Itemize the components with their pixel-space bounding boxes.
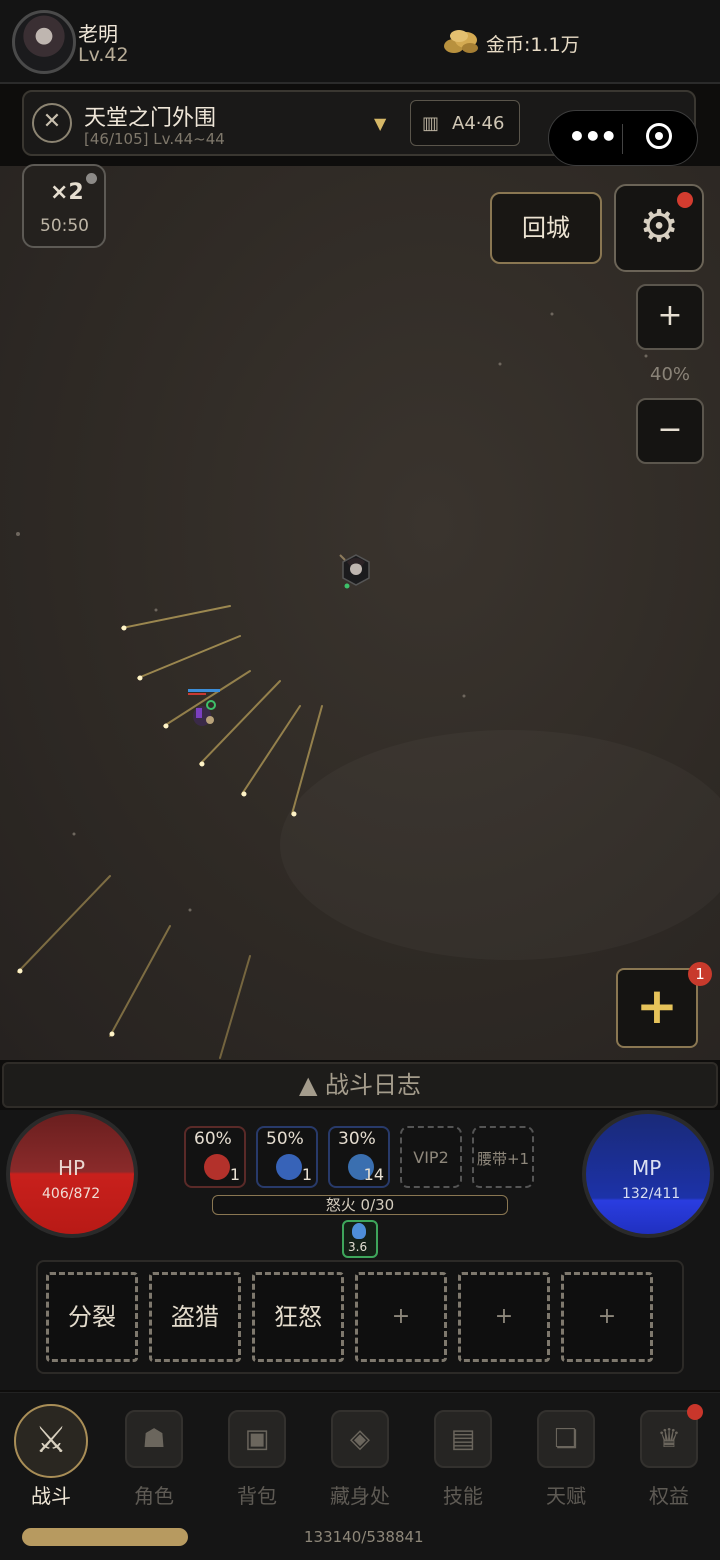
return-city-button[interactable]: 回城 (490, 192, 602, 264)
speed-timer: 50:50 (40, 216, 89, 236)
nav-label: 角色 (134, 1484, 174, 1508)
notification-dot (687, 1404, 703, 1420)
nav-tab-privilege[interactable]: ♛ 权益 (619, 1402, 719, 1508)
red-potion-icon (204, 1154, 230, 1180)
gold-coins-icon (444, 30, 478, 53)
mp-value: 132/411 (622, 1186, 681, 1202)
blue-potion-icon (276, 1154, 302, 1180)
exp-bar (22, 1528, 188, 1546)
nav-label: 藏身处 (330, 1484, 390, 1508)
potion-buff-icon (352, 1223, 366, 1239)
nav-tab-talent[interactable]: ❏ 天赋 (516, 1402, 616, 1508)
add-badge: 1 (688, 962, 712, 986)
skill-slot-1[interactable]: 分裂 (46, 1272, 138, 1362)
nav-label: 权益 (649, 1484, 689, 1508)
belt-slot-label: 腰带+1 (476, 1150, 530, 1168)
nav-label: 战斗 (31, 1484, 71, 1508)
zoom-in-button[interactable]: + (636, 284, 704, 350)
hp-value: 406/872 (42, 1186, 101, 1202)
backpack-chest-icon: ▣ (228, 1410, 286, 1468)
player-level: Lv.42 (78, 44, 129, 66)
map-progress: [46/105] Lv.44~44 (84, 130, 225, 148)
add-button[interactable]: + (616, 968, 698, 1048)
player-name: 老明 (78, 22, 118, 46)
close-circle-icon[interactable] (646, 123, 672, 149)
potion-count: 1 (229, 1165, 240, 1184)
talent-scroll-icon: ❏ (537, 1410, 595, 1468)
nav-tab-skills[interactable]: ▤ 技能 (413, 1402, 513, 1508)
crossed-swords-icon: ⚔ (14, 1404, 88, 1478)
vip-slot[interactable]: VIP2 (400, 1126, 462, 1188)
skill-slot-3[interactable]: 狂怒 (252, 1272, 344, 1362)
potion-threshold: 60% (194, 1129, 232, 1149)
nav-tab-battle[interactable]: ⚔ 战斗 (1, 1402, 101, 1508)
hp-label: HP (58, 1156, 86, 1180)
hideout-icon: ◈ (331, 1410, 389, 1468)
player-avatar[interactable] (12, 10, 76, 74)
zoom-level: 40% (650, 364, 691, 385)
potion-slot-hp[interactable]: 60% 1 (184, 1126, 246, 1188)
nav-tab-backpack[interactable]: ▣ 背包 (207, 1402, 307, 1508)
belt-slot[interactable]: 腰带+1 (472, 1126, 534, 1188)
potion-count: 14 (363, 1165, 384, 1184)
dropdown-arrow-icon[interactable]: ▼ (374, 114, 386, 133)
nav-label: 背包 (237, 1484, 277, 1508)
capsule-divider (622, 124, 623, 154)
notification-dot (677, 192, 693, 208)
skill-slot-empty[interactable]: + (561, 1272, 653, 1362)
potion-slot-mp[interactable]: 50% 1 (256, 1126, 318, 1188)
more-icon[interactable]: ••• (568, 120, 618, 153)
zoom-out-button[interactable]: − (636, 398, 704, 464)
map-name: 天堂之门外围 (84, 106, 217, 131)
skill-slot-empty[interactable]: + (355, 1272, 447, 1362)
crossed-swords-icon: ✕ (32, 103, 72, 143)
skill-slot-2[interactable]: 盗猎 (149, 1272, 241, 1362)
privilege-crown-icon: ♛ (640, 1410, 698, 1468)
nav-label: 天赋 (546, 1484, 586, 1508)
nav-tab-hideout[interactable]: ◈ 藏身处 (310, 1402, 410, 1508)
character-mask-icon: ☗ (125, 1410, 183, 1468)
monster-enemy[interactable] (184, 686, 224, 728)
gold-amount: 金币:1.1万 (486, 34, 580, 56)
vip-slot-label: VIP2 (413, 1148, 449, 1167)
speed-status-dot (86, 173, 97, 184)
potion-slot-mp-2[interactable]: 30% 14 (328, 1126, 390, 1188)
exp-value: 133140/538841 (304, 1528, 424, 1546)
map-icon: ▥ (422, 113, 440, 134)
buff-timer: 3.6 (348, 1240, 368, 1254)
rage-bar: 怒火 0/30 (212, 1195, 508, 1215)
nav-tab-character[interactable]: ☗ 角色 (104, 1402, 204, 1508)
player-character[interactable] (336, 552, 376, 592)
battle-log-toggle[interactable]: ▲ 战斗日志 (2, 1062, 718, 1108)
meteor-streaks (16, 312, 648, 1059)
potion-count: 1 (301, 1165, 312, 1184)
skill-slot-empty[interactable]: + (458, 1272, 550, 1362)
speed-multiplier: ×2 (50, 180, 84, 205)
map-coordinate: A4·46 (452, 113, 505, 134)
potion-threshold: 50% (266, 1129, 304, 1149)
potion-threshold: 30% (338, 1129, 376, 1149)
skill-book-icon: ▤ (434, 1410, 492, 1468)
mp-label: MP (632, 1156, 662, 1180)
nav-label: 技能 (443, 1484, 483, 1508)
